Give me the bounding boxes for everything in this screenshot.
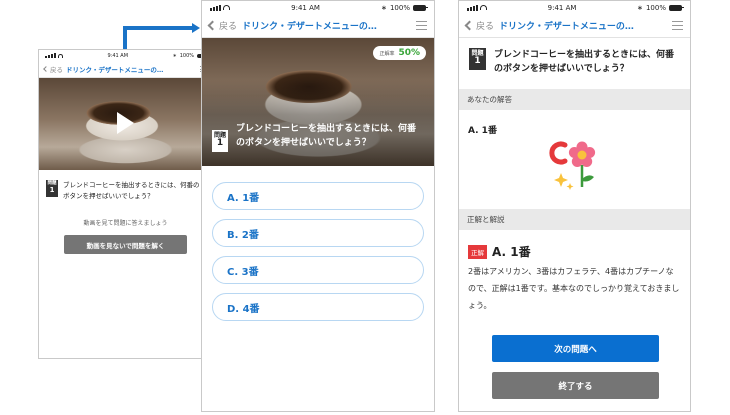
correct-rate-label: 正解率: [379, 50, 395, 57]
answer-options: A. 1番 B. 2番 C. 3番 D. 4番: [202, 166, 434, 321]
correct-rate-value: 50%: [398, 48, 420, 58]
question-text: ブレンドコーヒーを抽出するときには、何番のボタンを押せばいいでしょう？: [236, 124, 417, 148]
signal-icon: [45, 53, 56, 58]
back-button[interactable]: 戻る: [207, 19, 238, 32]
signal-indicator: [45, 53, 63, 58]
nav-bar: 戻る ドリンク・デザートメニューの…: [202, 14, 434, 38]
flow-arrow-head: [192, 23, 200, 33]
nav-title: ドリンク・デザートメニューの…: [242, 22, 377, 32]
signal-icon: [210, 4, 221, 11]
play-icon[interactable]: [117, 112, 134, 134]
wifi-icon: [58, 53, 63, 58]
option-b[interactable]: B. 2番: [212, 219, 424, 247]
video-hint: 動画を見て問題に答えましょう: [83, 220, 168, 227]
chevron-left-icon: [43, 66, 49, 72]
flower-icon: [549, 141, 596, 190]
question-block: 問題 1 ブレンドコーヒーを抽出するときには、何番のボタンを押せばいいでしょう？: [212, 124, 424, 152]
correct-answer-row: 正解 A. 1番: [468, 243, 531, 260]
menu-icon[interactable]: [416, 21, 427, 30]
correct-rate-pill: 正解率 50%: [373, 46, 426, 60]
battery-icon: [668, 4, 684, 11]
chevron-left-icon: [207, 20, 218, 31]
explanation-header: 正解と解説: [459, 209, 690, 230]
your-answer-header: あなたの解答: [459, 89, 690, 110]
signal-icon: [467, 4, 478, 11]
status-time: 9:41 AM: [107, 52, 129, 59]
question-number-badge: 問題 1: [46, 180, 58, 197]
next-question-button[interactable]: 次の問題へ: [492, 335, 659, 362]
menu-icon[interactable]: [672, 21, 683, 30]
flow-arrow-horizontal: [123, 26, 193, 30]
battery-icon: [412, 4, 428, 11]
question-header-image: 正解率 50% 問題 1 ブレンドコーヒーを抽出するときには、何番のボタンを押せ…: [202, 38, 434, 166]
status-bar: 9:41 AM ∗ 100%: [459, 1, 690, 14]
badge-number: 1: [49, 186, 55, 195]
skip-video-button[interactable]: 動画を見ないで問題を解く: [64, 235, 187, 254]
question-number-badge: 問題 1: [469, 48, 486, 70]
explanation-text: 2番はアメリカン、3番はカフェラテ、4番はカプチーノなので、正解は1番です。基本…: [468, 267, 680, 310]
status-right: ∗ 100%: [637, 3, 684, 12]
battery-level: 100%: [389, 3, 410, 12]
your-answer-value: A. 1番: [468, 126, 497, 136]
option-a[interactable]: A. 1番: [212, 182, 424, 210]
status-time: 9:41 AM: [547, 3, 577, 12]
wifi-icon: [223, 5, 230, 10]
battery-level: 100%: [645, 3, 666, 12]
bluetooth-icon: ∗: [172, 52, 177, 59]
screen-question: 9:41 AM ∗ 100% 戻る ドリンク・デザートメニューの… 正解率 50…: [201, 0, 435, 412]
correct-answer-value: A. 1番: [492, 245, 531, 259]
nav-title: ドリンク・デザートメニューの…: [66, 66, 164, 74]
back-button[interactable]: 戻る: [43, 64, 63, 74]
nav-bar: 戻る ドリンク・デザートメニューの…: [39, 61, 212, 78]
question-text: ブレンドコーヒーを抽出するときには、何番のボタンを押せばいいでしょう？: [494, 50, 675, 74]
nav-title: ドリンク・デザートメニューの…: [499, 22, 634, 32]
back-label: 戻る: [476, 22, 495, 32]
canvas: 9:41 AM ∗ 100% 戻る ドリンク・デザートメニューの… 問題 1 ブ…: [0, 0, 730, 415]
video-player[interactable]: [39, 78, 212, 170]
badge-number: 1: [216, 138, 224, 149]
question-number-badge: 問題 1: [212, 130, 228, 152]
battery-level: 100%: [179, 52, 194, 59]
chevron-left-icon: [464, 20, 475, 31]
bluetooth-icon: ∗: [381, 3, 387, 12]
option-d[interactable]: D. 4番: [212, 293, 424, 321]
status-bar: 9:41 AM ∗ 100%: [202, 1, 434, 14]
bluetooth-icon: ∗: [637, 3, 643, 12]
back-button[interactable]: 戻る: [464, 19, 495, 32]
question-text: ブレンドコーヒーを抽出するときには、何番のボタンを押せばいいでしょう？: [63, 181, 200, 200]
status-time: 9:41 AM: [291, 3, 320, 12]
signal-indicator: [467, 4, 487, 11]
question-block: 問題 1 ブレンドコーヒーを抽出するときには、何番のボタンを押せばいいでしょう？: [39, 170, 212, 202]
nav-bar: 戻る ドリンク・デザートメニューの…: [459, 14, 690, 38]
back-label: 戻る: [50, 66, 63, 74]
status-bar: 9:41 AM ∗ 100%: [39, 50, 212, 61]
signal-indicator: [210, 4, 230, 11]
screen-video: 9:41 AM ∗ 100% 戻る ドリンク・デザートメニューの… 問題 1 ブ…: [38, 49, 213, 359]
back-label: 戻る: [219, 22, 238, 32]
status-right: ∗ 100%: [381, 3, 428, 12]
badge-number: 1: [474, 56, 481, 67]
screen-result: 9:41 AM ∗ 100% 戻る ドリンク・デザートメニューの… 問題 1 ブ…: [458, 0, 691, 412]
end-button[interactable]: 終了する: [492, 372, 659, 399]
wifi-icon: [480, 5, 487, 10]
question-block: 問題 1 ブレンドコーヒーを抽出するときには、何番のボタンを押せばいいでしょう？: [459, 38, 690, 89]
option-c[interactable]: C. 3番: [212, 256, 424, 284]
correct-badge: 正解: [468, 244, 487, 259]
